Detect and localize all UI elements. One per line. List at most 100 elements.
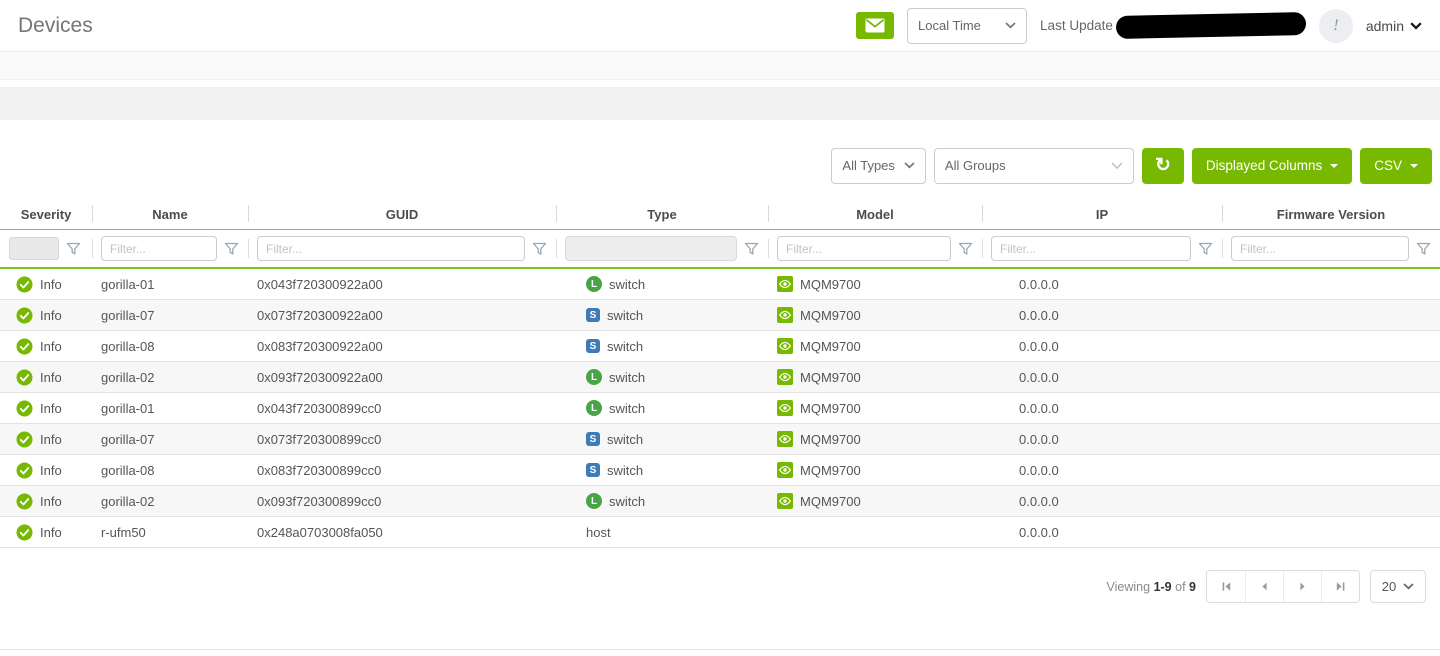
page-size-value: 20 <box>1382 579 1396 594</box>
nvidia-logo-icon <box>777 307 793 323</box>
prev-page-button[interactable] <box>1245 571 1283 602</box>
csv-label: CSV <box>1374 158 1402 173</box>
funnel-icon[interactable] <box>224 242 239 256</box>
name-filter-input[interactable] <box>101 236 217 261</box>
device-type: switch <box>607 339 643 354</box>
type-badge: L <box>586 369 602 385</box>
column-header-type[interactable]: Type <box>556 199 768 230</box>
type-filter-value: All Types <box>842 158 895 173</box>
nvidia-logo-icon <box>777 276 793 292</box>
column-header-name[interactable]: Name <box>92 199 248 230</box>
first-page-button[interactable] <box>1207 571 1245 602</box>
device-type: switch <box>609 370 645 385</box>
check-circle-icon <box>16 431 33 448</box>
model-filter-input[interactable] <box>777 236 951 261</box>
last-page-icon <box>1335 581 1346 592</box>
funnel-icon[interactable] <box>1198 242 1213 256</box>
table-row[interactable]: Info gorilla-07 0x073f720300922a00 S swi… <box>0 300 1440 331</box>
nvidia-logo-icon <box>777 431 793 447</box>
table-filter-row <box>0 230 1440 269</box>
pagination: Viewing 1-9 of 9 20 <box>0 570 1440 603</box>
device-name: gorilla-02 <box>101 494 154 509</box>
funnel-icon[interactable] <box>532 242 547 256</box>
mail-button[interactable] <box>856 12 894 39</box>
type-badge: L <box>586 400 602 416</box>
type-filter-select[interactable]: All Types <box>831 148 926 184</box>
csv-button[interactable]: CSV <box>1360 148 1432 184</box>
table-row[interactable]: Info gorilla-08 0x083f720300922a00 S swi… <box>0 331 1440 362</box>
timezone-select[interactable]: Local Time <box>907 8 1027 44</box>
table-row[interactable]: Info gorilla-02 0x093f720300899cc0 L swi… <box>0 486 1440 517</box>
column-header-firmware[interactable]: Firmware Version <box>1222 199 1440 230</box>
device-type: host <box>586 525 611 540</box>
device-name: gorilla-08 <box>101 463 154 478</box>
device-guid: 0x093f720300899cc0 <box>257 494 381 509</box>
device-guid: 0x083f720300922a00 <box>257 339 383 354</box>
refresh-button[interactable]: ↻ <box>1142 148 1184 184</box>
group-filter-select[interactable]: All Groups <box>934 148 1134 184</box>
device-model: MQM9700 <box>800 494 861 509</box>
severity-label: Info <box>40 463 62 478</box>
type-badge: L <box>586 493 602 509</box>
severity-label: Info <box>40 339 62 354</box>
next-page-button[interactable] <box>1283 571 1321 602</box>
funnel-icon[interactable] <box>1416 242 1431 256</box>
column-header-model[interactable]: Model <box>768 199 982 230</box>
caret-down-icon <box>1410 164 1418 168</box>
device-model: MQM9700 <box>800 339 861 354</box>
column-header-severity[interactable]: Severity <box>0 199 92 230</box>
type-badge: L <box>586 276 602 292</box>
table-row[interactable]: Info gorilla-07 0x073f720300899cc0 S swi… <box>0 424 1440 455</box>
table-row[interactable]: Info gorilla-01 0x043f720300899cc0 L swi… <box>0 393 1440 424</box>
check-circle-icon <box>16 276 33 293</box>
device-type: switch <box>607 308 643 323</box>
nvidia-logo-icon <box>777 400 793 416</box>
funnel-icon[interactable] <box>958 242 973 256</box>
banner-band-top <box>0 52 1440 80</box>
nvidia-logo-icon <box>777 462 793 478</box>
device-name: gorilla-07 <box>101 308 154 323</box>
device-ip: 0.0.0.0 <box>1019 277 1059 292</box>
guid-filter-input[interactable] <box>257 236 525 261</box>
table-row[interactable]: Info gorilla-01 0x043f720300922a00 L swi… <box>0 268 1440 300</box>
funnel-icon[interactable] <box>744 242 759 256</box>
firmware-filter-input[interactable] <box>1231 236 1409 261</box>
page-size-select[interactable]: 20 <box>1370 570 1426 603</box>
device-guid: 0x093f720300922a00 <box>257 370 383 385</box>
help-icon[interactable]: ! <box>1319 9 1353 43</box>
device-type: switch <box>609 494 645 509</box>
device-name: gorilla-01 <box>101 401 154 416</box>
top-bar-actions: Local Time Last Update ! admin <box>856 8 1422 44</box>
top-bar: Devices Local Time Last Update ! admin <box>0 0 1440 52</box>
device-name: gorilla-02 <box>101 370 154 385</box>
type-filter-disabled <box>565 236 737 261</box>
column-header-guid[interactable]: GUID <box>248 199 556 230</box>
device-ip: 0.0.0.0 <box>1019 370 1059 385</box>
chevron-down-icon <box>1005 22 1016 29</box>
device-name: gorilla-01 <box>101 277 154 292</box>
table-row[interactable]: Info gorilla-02 0x093f720300922a00 L swi… <box>0 362 1440 393</box>
device-name: gorilla-07 <box>101 432 154 447</box>
table-header-row: Severity Name GUID Type Model IP Firmwar… <box>0 199 1440 230</box>
displayed-columns-button[interactable]: Displayed Columns <box>1192 148 1352 184</box>
device-ip: 0.0.0.0 <box>1019 432 1059 447</box>
user-menu[interactable]: admin <box>1366 18 1422 34</box>
ip-filter-input[interactable] <box>991 236 1191 261</box>
last-page-button[interactable] <box>1321 571 1359 602</box>
table-row[interactable]: Info gorilla-08 0x083f720300899cc0 S swi… <box>0 455 1440 486</box>
device-model: MQM9700 <box>800 401 861 416</box>
table-row[interactable]: Info r-ufm50 0x248a0703008fa050 host 0.0… <box>0 517 1440 548</box>
device-ip: 0.0.0.0 <box>1019 525 1059 540</box>
funnel-icon[interactable] <box>66 242 81 256</box>
device-name: r-ufm50 <box>101 525 146 540</box>
banner-band-bottom <box>0 87 1440 120</box>
check-circle-icon <box>16 400 33 417</box>
column-header-ip[interactable]: IP <box>982 199 1222 230</box>
device-ip: 0.0.0.0 <box>1019 339 1059 354</box>
chevron-down-icon <box>1403 583 1414 590</box>
severity-label: Info <box>40 308 62 323</box>
severity-label: Info <box>40 494 62 509</box>
device-guid: 0x043f720300899cc0 <box>257 401 381 416</box>
page-title: Devices <box>18 14 93 38</box>
device-guid: 0x073f720300922a00 <box>257 308 383 323</box>
